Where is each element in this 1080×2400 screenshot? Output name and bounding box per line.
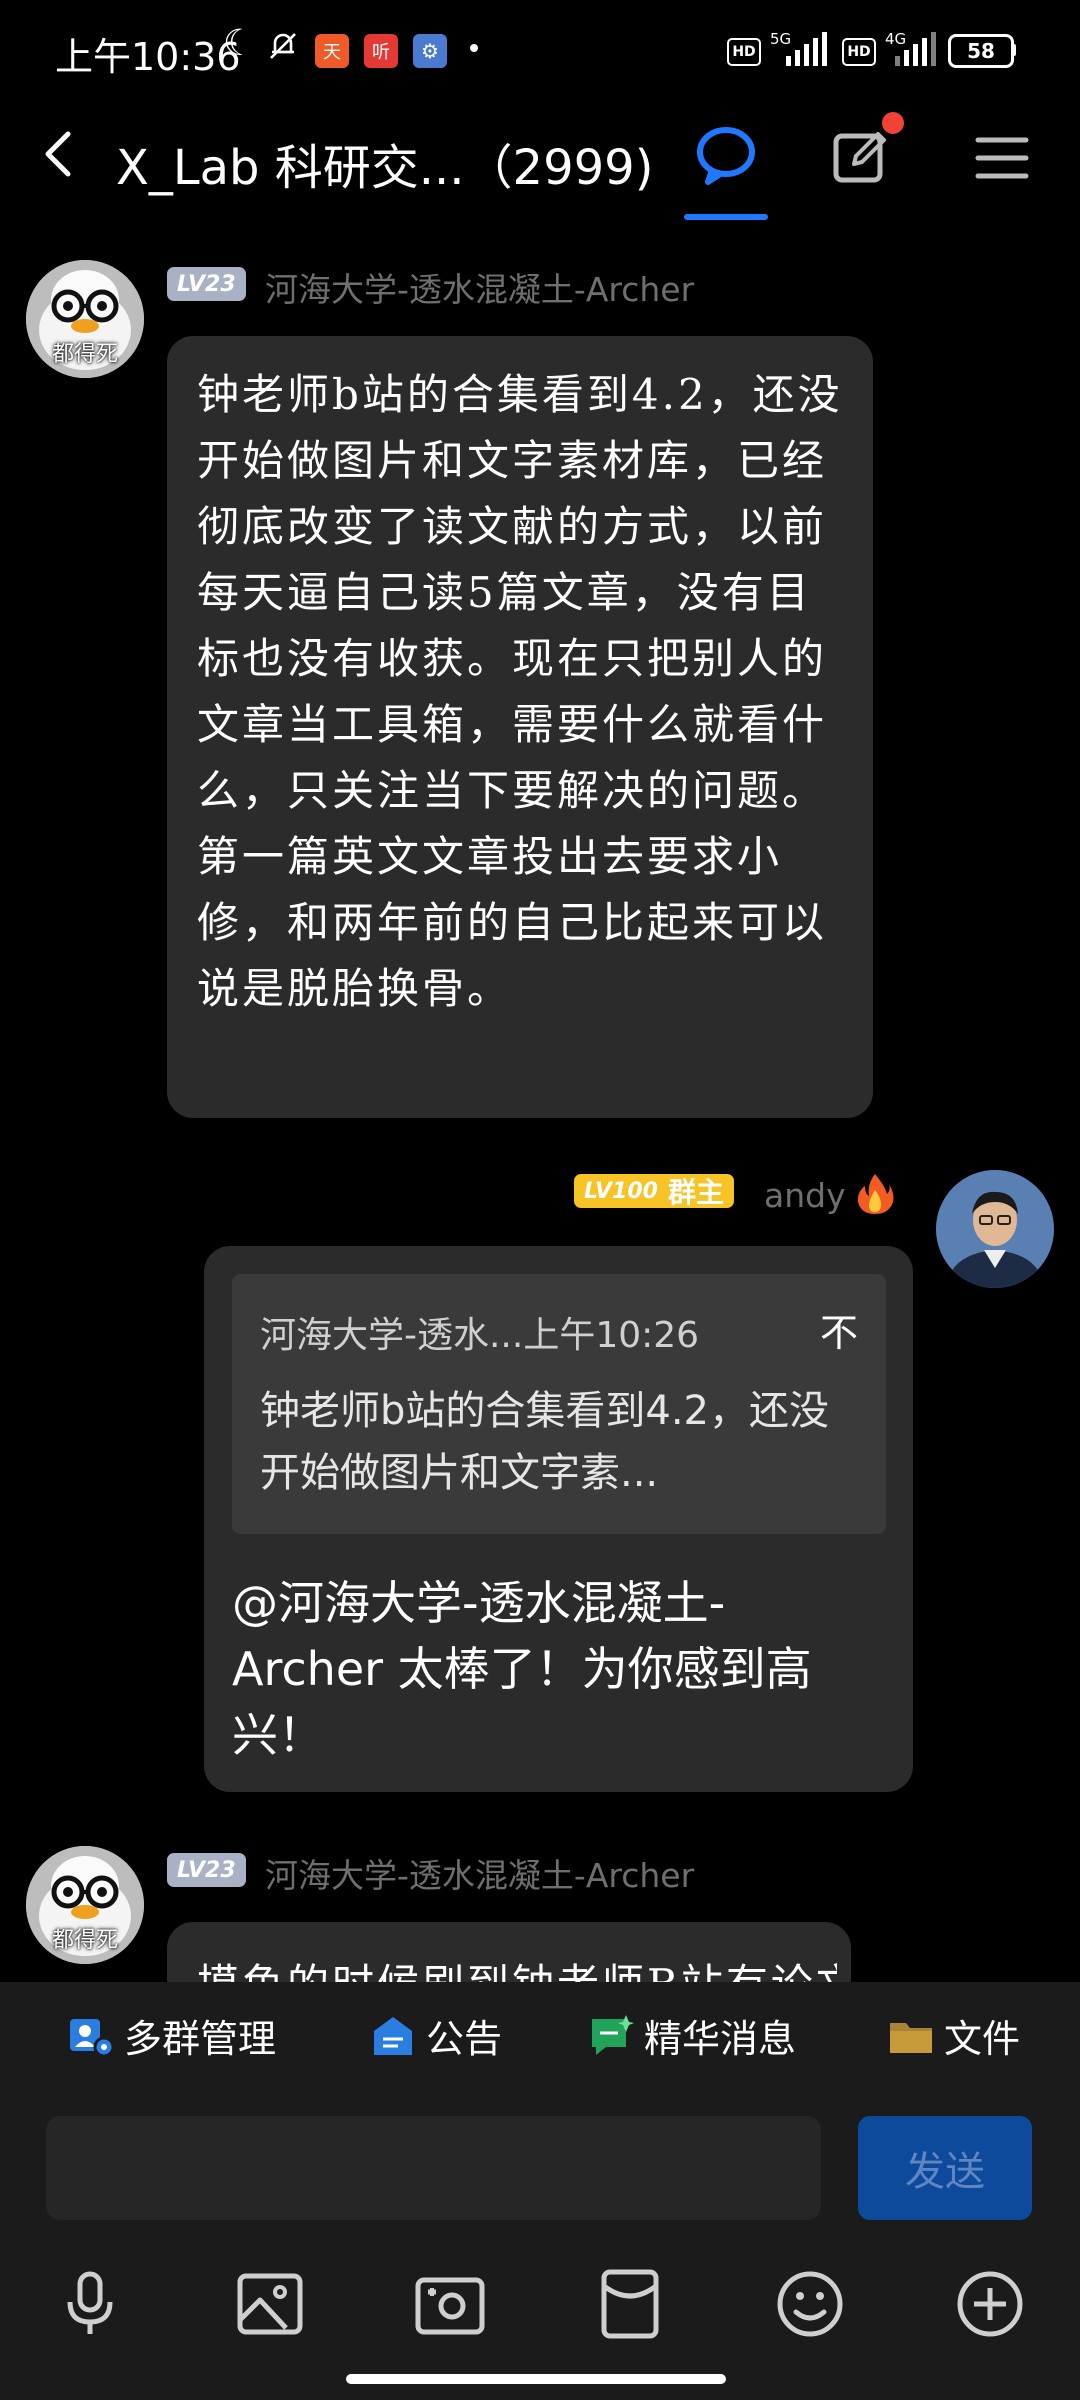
sender-name[interactable]: 河海大学-透水混凝土-Archer (265, 1849, 694, 1897)
chat-bubble-icon[interactable] (690, 120, 762, 192)
avatar[interactable]: 都得死 (26, 260, 144, 378)
highlight-messages-button[interactable]: 精华消息 (588, 2008, 796, 2063)
message-bubble[interactable]: 河海大学-透水...上午10:26 不 钟老师b站的合集看到4.2，还没开始做图… (204, 1246, 913, 1792)
more-notifications-dot-icon (470, 44, 478, 52)
message-text: @河海大学-透水混凝土-Archer 太棒了！为你感到高兴！ (232, 1576, 812, 1762)
multi-group-icon (68, 2013, 115, 2059)
quick-action-label: 文件 (944, 2017, 1021, 2061)
group-quick-actions-bar: 多群管理 公告 精华消息 文件 (0, 1982, 1080, 2082)
quick-action-label: 多群管理 (124, 2017, 277, 2061)
announcement-icon (370, 2013, 416, 2059)
message-text: 钟老师b站的合集看到4.2，还没开始做图片和文字素材库，已经彻底改变了读文献的方… (197, 370, 843, 1013)
level-label: LV100 (584, 1178, 658, 1204)
level-badge: LV23 (167, 1853, 246, 1887)
message-composer: 发送 (0, 2082, 1080, 2400)
level-badge: LV23 (167, 267, 246, 301)
fire-icon (855, 1172, 895, 1216)
quick-action-label: 公告 (426, 2017, 503, 2061)
emoji-icon[interactable] (772, 2266, 848, 2342)
do-not-disturb-moon-icon: ☾ (222, 22, 256, 64)
group-owner-tag: 群主 (667, 1176, 724, 1209)
announcement-button[interactable]: 公告 (370, 2008, 502, 2063)
folder-icon (888, 2013, 934, 2059)
avatar[interactable] (936, 1170, 1054, 1288)
signal-strength-icon (786, 30, 827, 66)
camera-icon[interactable] (412, 2266, 488, 2342)
red-packet-icon[interactable] (592, 2266, 668, 2342)
app-notification-icon: ⚙ (413, 34, 447, 68)
battery-tip (1012, 44, 1016, 56)
avatar-label: 都得死 (51, 342, 118, 367)
sender-name[interactable]: 河海大学-透水混凝土-Archer (265, 263, 694, 311)
bell-off-icon (266, 28, 300, 62)
status-bar: 上午10:36 ☾ 天 听 ⚙ HD 5G HD 4G 58 (0, 0, 1080, 100)
notification-dot (882, 112, 904, 134)
quoted-message[interactable]: 河海大学-透水...上午10:26 不 钟老师b站的合集看到4.2，还没开始做图… (232, 1274, 886, 1534)
level-badge: LV100 群主 (574, 1174, 734, 1209)
avatar[interactable]: 都得死 (26, 1846, 144, 1964)
files-button[interactable]: 文件 (888, 2008, 1020, 2063)
multi-group-manage-button[interactable]: 多群管理 (68, 2008, 276, 2063)
quote-header: 河海大学-透水...上午10:26 (260, 1315, 700, 1356)
send-button[interactable]: 发送 (858, 2116, 1032, 2220)
hd-volte-icon: HD (727, 38, 761, 66)
app-notification-icon: 天 (315, 34, 349, 68)
signal-strength-icon (895, 30, 936, 66)
back-icon[interactable] (30, 124, 90, 184)
app-notification-icon: 听 (364, 34, 398, 68)
quick-action-label: 精华消息 (644, 2017, 797, 2061)
avatar-label: 都得死 (51, 1928, 118, 1953)
message-input[interactable] (46, 2116, 821, 2220)
message-bubble[interactable]: 钟老师b站的合集看到4.2，还没开始做图片和文字素材库，已经彻底改变了读文献的方… (167, 336, 873, 1118)
microphone-icon[interactable] (52, 2266, 128, 2342)
chat-title[interactable]: X_Lab 科研交...（2999) (116, 128, 653, 198)
hd-volte-icon: HD (842, 38, 876, 66)
edit-note-icon[interactable] (828, 124, 894, 190)
highlight-message-icon (588, 2013, 634, 2059)
active-tab-indicator (684, 214, 768, 220)
quote-text: 钟老师b站的合集看到4.2，还没开始做图片和文字素... (260, 1388, 830, 1496)
battery-icon: 58 (948, 34, 1014, 68)
image-icon[interactable] (232, 2266, 308, 2342)
status-time: 上午10:36 (55, 35, 241, 79)
chat-header: X_Lab 科研交...（2999) (0, 100, 1080, 220)
home-indicator[interactable] (346, 2374, 726, 2384)
menu-icon[interactable] (972, 128, 1032, 188)
quote-collapse-icon[interactable]: 不 (820, 1302, 858, 1357)
add-more-icon[interactable] (952, 2266, 1028, 2342)
sender-name[interactable]: andy (764, 1176, 846, 1215)
